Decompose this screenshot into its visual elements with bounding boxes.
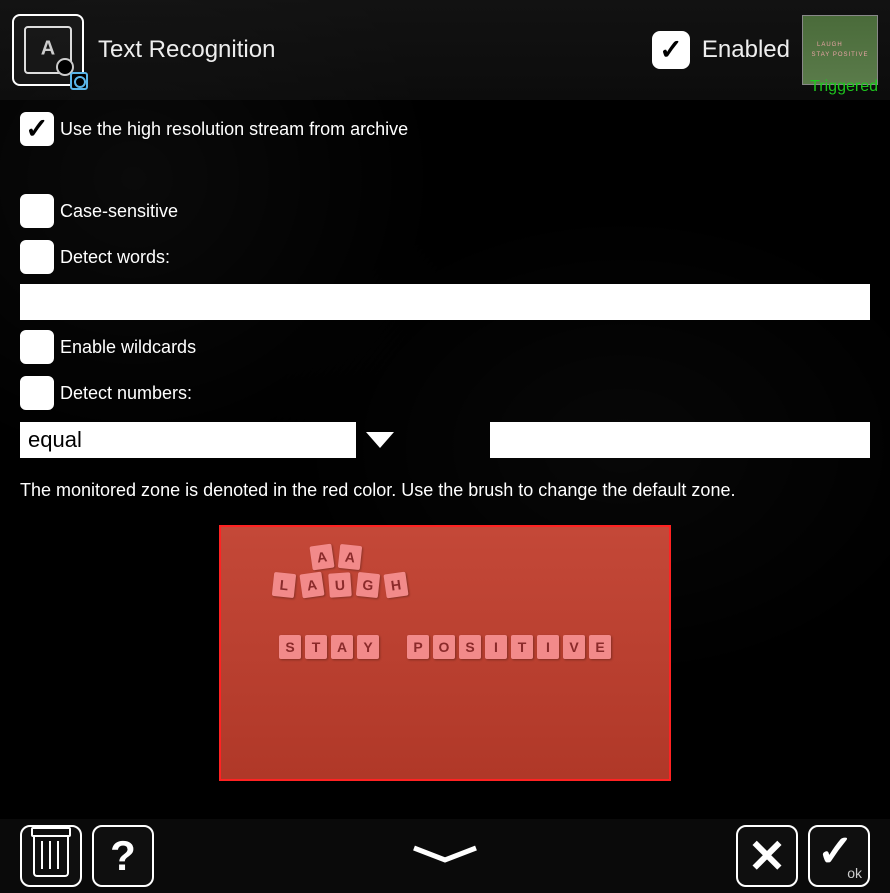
- tile: S: [459, 635, 481, 659]
- tile: A: [299, 572, 324, 599]
- tile: A: [309, 544, 334, 571]
- tile: T: [305, 635, 327, 659]
- delete-button[interactable]: [20, 825, 82, 887]
- detect-numbers-checkbox[interactable]: [20, 376, 54, 410]
- high-res-row: Use the high resolution stream from arch…: [20, 110, 870, 148]
- high-res-label: Use the high resolution stream from arch…: [60, 119, 408, 140]
- enabled-label: Enabled: [702, 36, 790, 64]
- close-icon: ✕: [748, 833, 787, 879]
- tile: O: [433, 635, 455, 659]
- detect-words-label: Detect words:: [60, 247, 170, 268]
- comparator-dropdown-arrow[interactable]: [356, 422, 490, 458]
- footer-left: ?: [20, 825, 154, 887]
- number-compare-row: equal: [20, 422, 870, 458]
- enabled-checkbox[interactable]: [652, 31, 690, 69]
- help-button[interactable]: ?: [92, 825, 154, 887]
- triggered-status: Triggered: [810, 78, 878, 96]
- cancel-button[interactable]: ✕: [736, 825, 798, 887]
- footer-center: [154, 844, 736, 869]
- enable-wildcards-row: Enable wildcards: [20, 328, 870, 366]
- tile: H: [383, 572, 408, 599]
- tile: A: [331, 635, 353, 659]
- comparator-value: equal: [28, 427, 82, 453]
- comparator-select[interactable]: equal: [20, 422, 356, 458]
- zone-preview-canvas[interactable]: A A L A U G H S T A Y P O S I T I V: [219, 525, 671, 781]
- tile: T: [511, 635, 533, 659]
- tile: E: [589, 635, 611, 659]
- detect-numbers-row: Detect numbers:: [20, 374, 870, 412]
- page-title: Text Recognition: [98, 36, 275, 64]
- preview-word-positive: P O S I T I V E: [407, 635, 611, 659]
- preview-word-stay: S T A Y: [279, 635, 379, 659]
- tile: U: [328, 572, 352, 597]
- preview-row-3: S T A Y P O S I T I V E: [279, 635, 611, 659]
- detect-words-row: Detect words:: [20, 238, 870, 276]
- tile: S: [279, 635, 301, 659]
- tile: P: [407, 635, 429, 659]
- footer-bar: ? ✕ ok: [0, 819, 890, 893]
- zone-hint-text: The monitored zone is denoted in the red…: [20, 480, 870, 501]
- detect-numbers-label: Detect numbers:: [60, 383, 192, 404]
- case-sensitive-label: Case-sensitive: [60, 201, 178, 222]
- tile: I: [485, 635, 507, 659]
- trash-icon: [33, 835, 69, 877]
- detect-words-input[interactable]: [20, 284, 870, 320]
- tile: V: [563, 635, 585, 659]
- header-right: Enabled LAUGH STAY POSITIVE: [652, 15, 878, 85]
- preview-row-1: A A: [311, 545, 361, 569]
- number-value-input[interactable]: [490, 422, 870, 458]
- tile: Y: [357, 635, 379, 659]
- header-bar: Text Recognition Enabled LAUGH STAY POSI…: [0, 0, 890, 100]
- text-recognition-icon: [12, 14, 84, 86]
- ok-button[interactable]: ok: [808, 825, 870, 887]
- preview-thumbnail[interactable]: LAUGH STAY POSITIVE: [802, 15, 878, 85]
- enable-wildcards-checkbox[interactable]: [20, 330, 54, 364]
- header-left: Text Recognition: [12, 14, 652, 86]
- tile: G: [356, 572, 380, 598]
- tile: I: [537, 635, 559, 659]
- chevron-down-wide-icon: [410, 844, 480, 864]
- detect-words-checkbox[interactable]: [20, 240, 54, 274]
- expand-toggle[interactable]: [410, 844, 480, 869]
- enable-wildcards-label: Enable wildcards: [60, 337, 196, 358]
- chevron-down-icon: [364, 430, 396, 450]
- high-res-checkbox[interactable]: [20, 112, 54, 146]
- footer-right: ✕ ok: [736, 825, 870, 887]
- ok-label: ok: [847, 865, 862, 881]
- question-icon: ?: [110, 832, 136, 880]
- case-sensitive-checkbox[interactable]: [20, 194, 54, 228]
- preview-row-2: L A U G H: [273, 573, 407, 597]
- tile: A: [338, 544, 362, 570]
- tile: L: [272, 572, 296, 598]
- content-area: Use the high resolution stream from arch…: [0, 100, 890, 791]
- case-sensitive-row: Case-sensitive: [20, 192, 870, 230]
